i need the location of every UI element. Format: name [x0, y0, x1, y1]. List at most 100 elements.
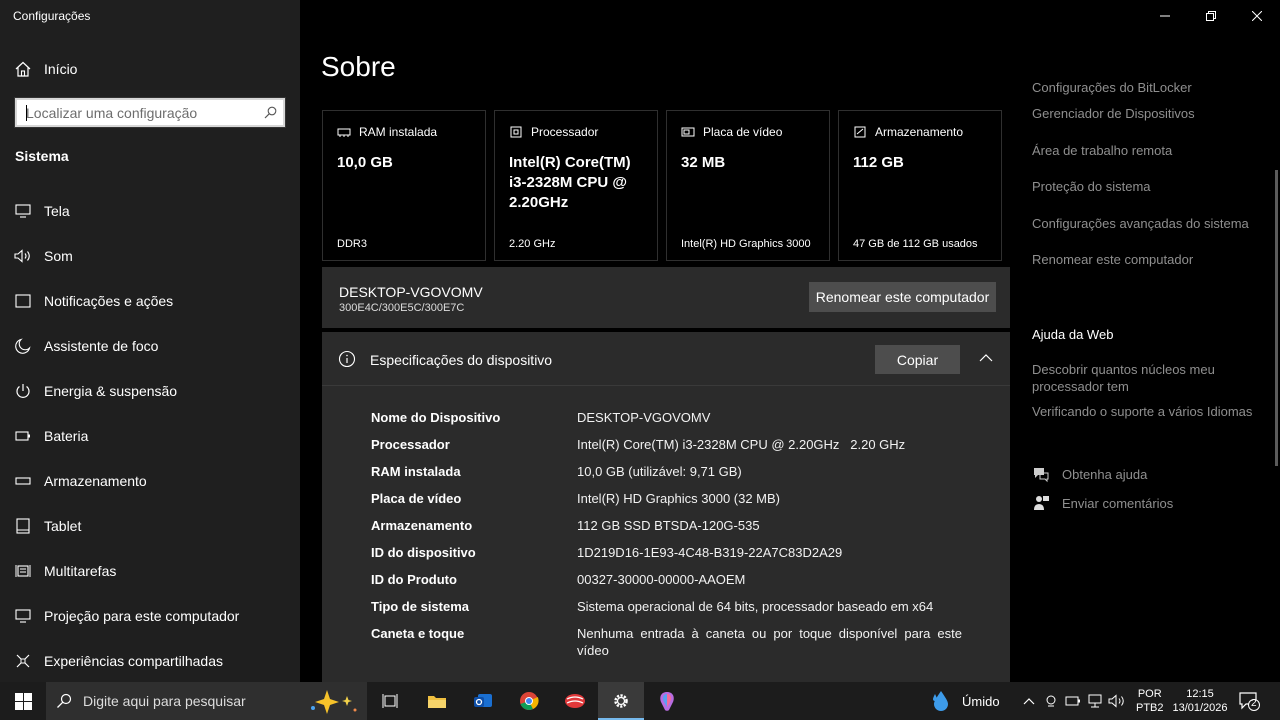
volume-button[interactable]: [1108, 692, 1126, 710]
specs-header[interactable]: Especificações do dispositivo Copiar: [322, 332, 1010, 386]
sidebar-item-energia[interactable]: Energia & suspensão: [0, 368, 300, 413]
spec-key: Armazenamento: [371, 518, 473, 533]
settings-taskbar-button[interactable]: [598, 682, 644, 720]
sidebar-nav: Tela Som Notificações e ações Assistente…: [0, 188, 300, 683]
text-caret: [26, 105, 27, 121]
page-title: Sobre: [321, 51, 396, 82]
moon-icon: [14, 337, 32, 355]
sidebar-item-foco[interactable]: Assistente de foco: [0, 323, 300, 368]
shared-icon: [14, 652, 32, 670]
related-link-rename-pc[interactable]: Renomear este computador: [1032, 250, 1262, 287]
home-icon: [15, 61, 31, 77]
feedback-link[interactable]: Enviar comentários: [1032, 493, 1173, 513]
restore-button[interactable]: [1188, 0, 1234, 32]
weather-widget[interactable]: Úmido: [930, 682, 1000, 720]
table-row: Placa de vídeo Intel(R) HD Graphics 3000 …: [371, 490, 971, 507]
copilot-button[interactable]: [644, 682, 690, 720]
chrome-button[interactable]: [506, 682, 552, 720]
close-icon: [1252, 11, 1262, 21]
taskbar-search[interactable]: Digite aqui para pesquisar: [46, 682, 367, 720]
help-link-languages[interactable]: Verificando o suporte a vários Idiomas: [1032, 403, 1262, 420]
outlook-button[interactable]: [460, 682, 506, 720]
table-row: RAM instalada 10,0 GB (utilizável: 9,71 G…: [371, 463, 971, 480]
task-view-button[interactable]: [368, 682, 414, 720]
language-indicator[interactable]: POR PTB2: [1136, 687, 1164, 715]
tray-overflow-button[interactable]: [1020, 692, 1038, 710]
sidebar-item-notificacoes[interactable]: Notificações e ações: [0, 278, 300, 323]
sidebar-item-armazenamento[interactable]: Armazenamento: [0, 458, 300, 503]
sidebar-item-multitarefas[interactable]: Multitarefas: [0, 548, 300, 593]
get-help-label: Obtenha ajuda: [1062, 466, 1148, 482]
section-title: Sistema: [15, 148, 69, 164]
battery-tray-button[interactable]: [1064, 692, 1082, 710]
sidebar-item-label: Experiências compartilhadas: [44, 652, 223, 669]
rename-pc-button[interactable]: Renomear este computador: [809, 282, 996, 312]
copilot-icon: [660, 692, 674, 711]
sidebar-item-bateria[interactable]: Bateria: [0, 413, 300, 458]
search-input[interactable]: [26, 104, 264, 121]
related-link-remote-desktop[interactable]: Área de trabalho remota: [1032, 141, 1262, 178]
scrollbar[interactable]: [1275, 170, 1278, 466]
system-tray: [1020, 682, 1126, 720]
sidebar-item-tela[interactable]: Tela: [0, 188, 300, 233]
chrome-icon: [520, 692, 539, 710]
file-explorer-button[interactable]: [414, 682, 460, 720]
spec-value: 1D219D16-1E93-4C48-B319-22A7C83D2A29: [577, 545, 843, 560]
notification-icon: [14, 292, 32, 310]
summary-cards: RAM instalada 10,0 GB DDR3 Processador I…: [322, 110, 1002, 261]
task-view-icon: [382, 694, 398, 708]
related-link-system-protection[interactable]: Proteção do sistema: [1032, 177, 1262, 214]
close-button[interactable]: [1234, 0, 1280, 32]
clock-date: 13/01/2026: [1172, 702, 1228, 714]
help-link-cores[interactable]: Descobrir quantos núcleos meu processado…: [1032, 361, 1262, 395]
red-app-button[interactable]: [552, 682, 598, 720]
network-icon: [1088, 694, 1102, 708]
spec-key: Caneta e toque: [371, 626, 465, 641]
network-button[interactable]: [1086, 692, 1104, 710]
card-ram: RAM instalada 10,0 GB DDR3: [322, 110, 486, 261]
minimize-icon: [1160, 15, 1170, 17]
related-link-bitlocker[interactable]: Configurações do BitLocker: [1032, 78, 1262, 104]
copy-button[interactable]: Copiar: [875, 345, 960, 374]
speaker-icon: [14, 247, 32, 265]
battery-icon: [1065, 696, 1080, 706]
sidebar-item-label: Tablet: [44, 517, 82, 534]
get-help-link[interactable]: Obtenha ajuda: [1032, 464, 1173, 484]
app-title: Configurações: [13, 9, 91, 23]
device-name: DESKTOP-VGOVOMV: [339, 284, 483, 300]
home-label: Início: [44, 61, 78, 77]
meet-now-button[interactable]: [1042, 692, 1060, 710]
sidebar-item-label: Som: [44, 247, 73, 264]
sidebar-item-som[interactable]: Som: [0, 233, 300, 278]
sidebar-item-projecao[interactable]: Projeção para este computador: [0, 593, 300, 638]
chevron-up-icon: [1023, 698, 1035, 705]
search-icon[interactable]: [264, 106, 277, 119]
related-link-device-manager[interactable]: Gerenciador de Dispositivos: [1032, 104, 1262, 141]
spec-value: Intel(R) HD Graphics 3000 (32 MB): [577, 491, 781, 506]
chevron-up-icon[interactable]: [978, 350, 994, 366]
sidebar-item-experiencias[interactable]: Experiências compartilhadas: [0, 638, 300, 683]
monitor-icon: [14, 202, 32, 220]
sidebar-item-home[interactable]: Início: [14, 58, 77, 80]
card-value: 112 GB: [853, 154, 904, 171]
gpu-icon: [681, 127, 695, 137]
cpu-icon: [510, 126, 522, 138]
spec-key: ID do Produto: [371, 572, 457, 587]
related-link-advanced-settings[interactable]: Configurações avançadas do sistema: [1032, 214, 1262, 251]
windows-logo-icon: [14, 692, 32, 710]
sidebar-item-tablet[interactable]: Tablet: [0, 503, 300, 548]
support-links: Obtenha ajuda Enviar comentários: [1032, 464, 1173, 522]
minimize-button[interactable]: [1142, 0, 1188, 32]
notification-center-button[interactable]: 2: [1238, 691, 1260, 711]
clock[interactable]: 12:15 13/01/2026: [1172, 687, 1228, 715]
device-name-panel: DESKTOP-VGOVOMV 300E4C/300E5C/300E7C Ren…: [322, 267, 1010, 328]
card-sub: 47 GB de 112 GB usados: [853, 238, 978, 250]
clock-time: 12:15: [1186, 688, 1214, 700]
settings-search[interactable]: [14, 97, 286, 128]
start-button[interactable]: [0, 682, 46, 720]
sidebar-item-label: Energia & suspensão: [44, 382, 178, 399]
weather-label: Úmido: [962, 693, 1000, 709]
card-value: 10,0 GB: [337, 154, 393, 171]
search-icon: [57, 693, 72, 708]
device-model-code: 300E4C/300E5C/300E7C: [339, 302, 465, 314]
